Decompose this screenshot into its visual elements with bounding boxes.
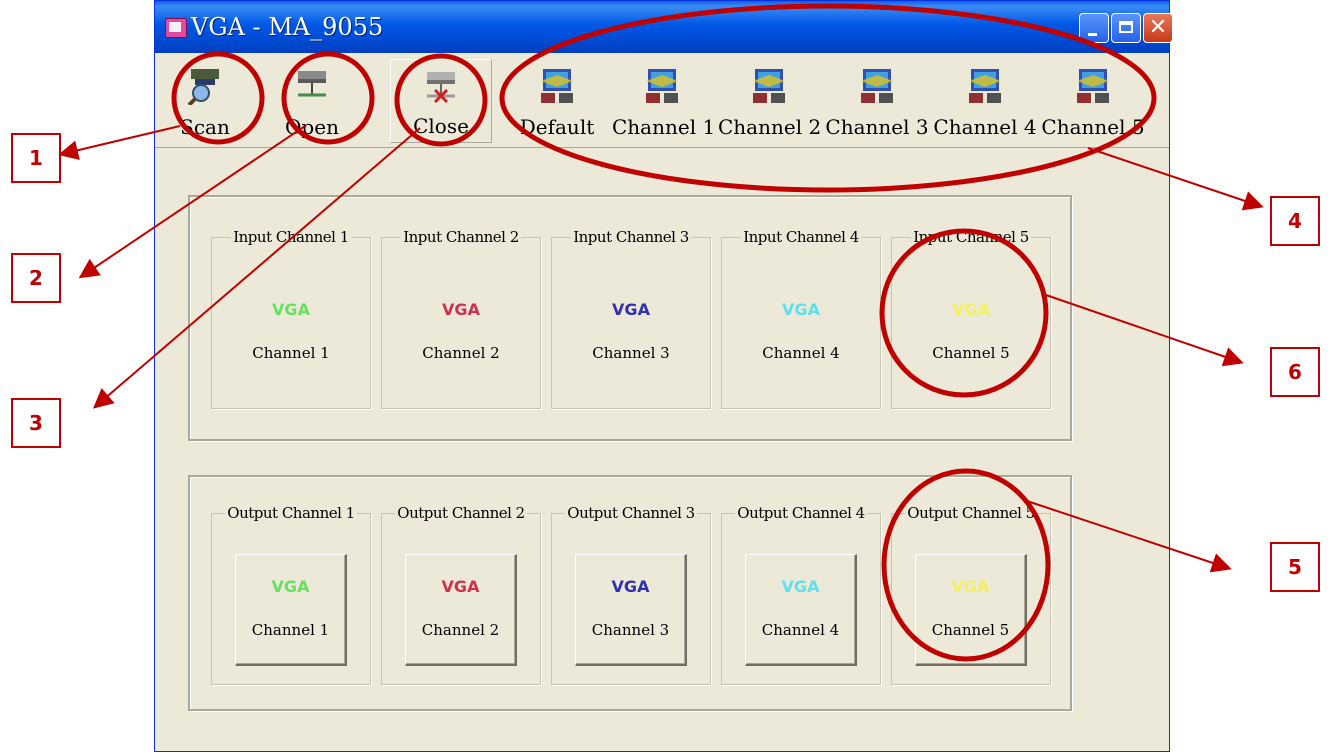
input-channel-5-highlight (879, 228, 1049, 398)
callout-3: 3 (11, 398, 61, 448)
callout-1: 1 (11, 133, 61, 183)
arrow-4 (1087, 147, 1264, 211)
close-highlight-circle (394, 53, 488, 147)
callout-2: 2 (11, 253, 61, 303)
callout-6: 6 (1270, 347, 1320, 397)
arrow-5 (1023, 499, 1232, 573)
callout-5: 5 (1270, 542, 1320, 592)
arrow-1 (58, 125, 181, 161)
open-highlight-circle (281, 51, 375, 145)
output-channel-5-highlight (881, 468, 1051, 662)
annotation-overlay (58, 3, 1264, 662)
callout-4: 4 (1270, 196, 1320, 246)
arrow-6 (1045, 294, 1244, 367)
scan-highlight-circle (171, 51, 265, 145)
arrow-3 (92, 127, 421, 409)
arrow-2 (78, 125, 306, 279)
channel-buttons-highlight-ellipse (499, 3, 1157, 193)
